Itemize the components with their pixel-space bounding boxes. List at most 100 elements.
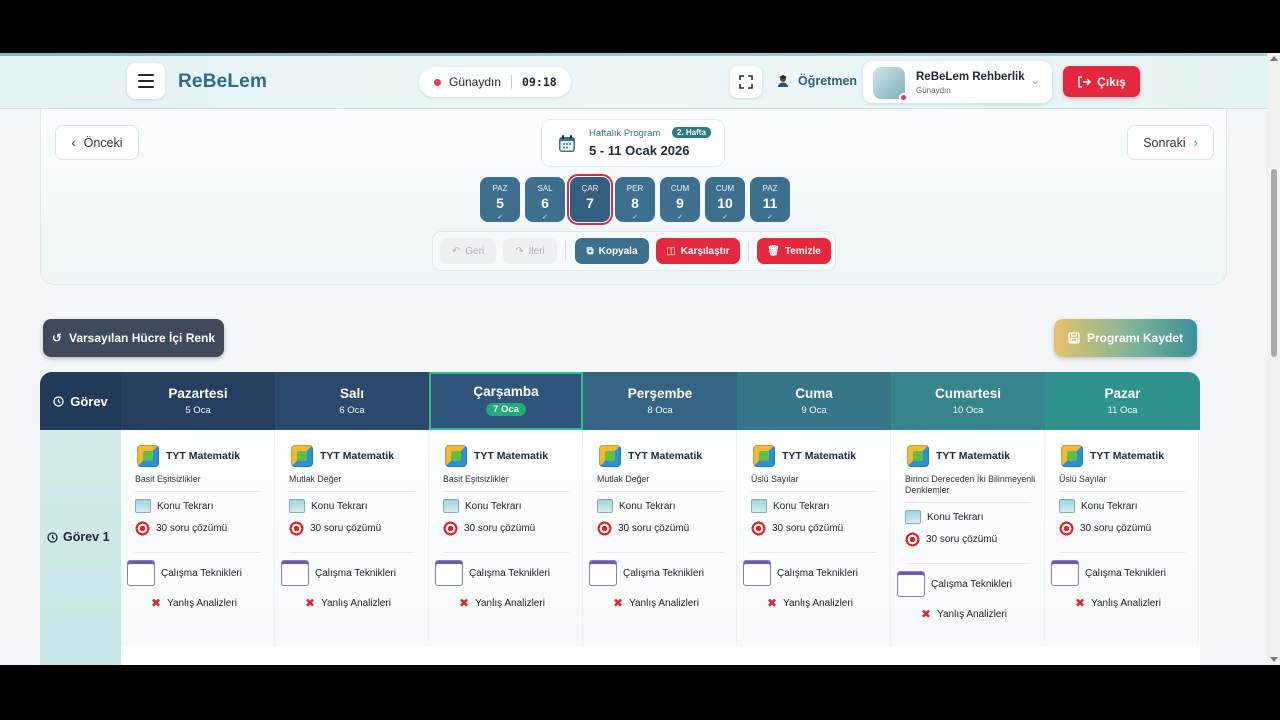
notification-dot-icon [899, 93, 908, 102]
mistakes-item: ✖ Yanlış Analizleri [921, 607, 1007, 621]
column-day: Pazar [1104, 386, 1141, 401]
mistakes-item: ✖ Yanlış Analizleri [613, 596, 699, 610]
next-week-button[interactable]: Sonraki › [1127, 125, 1214, 160]
vertical-scrollbar[interactable] [1267, 53, 1280, 665]
day-abbr: PER [626, 184, 644, 193]
avatar [873, 67, 908, 102]
review-icon [443, 499, 459, 513]
topic-label: Basit Eşitsizlikler [135, 474, 201, 484]
next-label: Sonraki [1143, 135, 1186, 150]
subject-label: TYT Matematik [782, 450, 857, 462]
target-icon [597, 521, 612, 536]
clear-button[interactable]: 🗑 Temizle [757, 238, 831, 264]
day-number: 11 [762, 195, 778, 211]
top-bar: ReBeLem Günaydın 09:18 Öğretmen ReBeLem … [0, 53, 1267, 109]
review-item: Konu Tekrarı [135, 499, 214, 513]
greeting-clock: Günaydın 09:18 [419, 67, 571, 97]
corner-label: Görev [70, 393, 108, 409]
menu-button[interactable] [127, 63, 165, 99]
edit-toolbar: ↶ Geri ↷ İleri ⧉ Kopyala ◫ Karşılaştır 🗑 Temi… [432, 231, 836, 271]
schedule-cell[interactable]: TYT Matematik Mutlak Değer Konu Tekrarı 30 … [275, 430, 429, 646]
clock-icon [47, 531, 58, 543]
fullscreen-button[interactable] [730, 66, 762, 98]
technique-item: Çalışma Teknikleri [743, 560, 858, 586]
mistakes-label: Yanlış Analizleri [783, 597, 853, 609]
technique-label: Çalışma Teknikleri [1085, 567, 1166, 579]
compare-label: Karşılaştır [680, 245, 730, 257]
technique-card-icon [435, 560, 463, 586]
review-item: Konu Tekrarı [1059, 499, 1138, 513]
default-cell-color-button[interactable]: ↺ Varsayılan Hücre İçi Renk [43, 319, 224, 357]
cross-icon: ✖ [459, 596, 470, 610]
scroll-up-icon[interactable] [1270, 56, 1278, 61]
subject-label: TYT Matematik [320, 450, 395, 462]
day-abbr: CUM [715, 184, 735, 193]
profile-menu[interactable]: ReBeLem Rehberlik Günaydın ⌄ [863, 61, 1052, 103]
solve-label: 30 soru çözümü [772, 523, 844, 534]
day-button-paz-11[interactable]: PAZ 11 ✓ [750, 177, 790, 222]
schedule-cell[interactable]: TYT Matematik Üslü Sayılar Konu Tekrarı 30 … [737, 430, 891, 646]
technique-item: Çalışma Teknikleri [1051, 560, 1166, 586]
mistakes-item: ✖ Yanlış Analizleri [767, 596, 853, 610]
technique-item: Çalışma Teknikleri [281, 560, 396, 586]
undo-button[interactable]: ↶ Geri [440, 238, 496, 264]
math-cube-icon [753, 445, 775, 467]
day-button-per-8[interactable]: PER 8 ✓ [615, 177, 655, 222]
profile-name: ReBeLem Rehberlik [916, 71, 1025, 83]
schedule-cell[interactable]: TYT Matematik Basit Eşitsizlikler Konu Tek… [121, 430, 275, 646]
solve-item: 30 soru çözümü [751, 521, 843, 536]
schedule-cell[interactable]: TYT Matematik Üslü Sayılar Konu Tekrarı 30 … [1045, 430, 1199, 646]
chevron-left-icon: ‹ [71, 135, 76, 150]
schedule-cell[interactable]: TYT Matematik Basit Eşitsizlikler Konu Tek… [429, 430, 583, 646]
day-number: 5 [496, 195, 504, 211]
technique-label: Çalışma Teknikleri [623, 567, 704, 579]
compare-button[interactable]: ◫ Karşılaştır [656, 238, 740, 264]
column-header-pazar: Pazar 11 Oca [1045, 372, 1200, 430]
technique-item: Çalışma Teknikleri [435, 560, 550, 586]
review-icon [289, 499, 305, 513]
previous-week-button[interactable]: ‹ Önceki [55, 125, 139, 160]
technique-card-icon [743, 560, 771, 586]
copy-button[interactable]: ⧉ Kopyala [575, 238, 649, 264]
subject-label: TYT Matematik [1090, 450, 1165, 462]
column-day: Perşembe [627, 386, 693, 401]
day-number: 6 [541, 195, 549, 211]
copy-label: Kopyala [598, 245, 638, 257]
technique-card-icon [589, 560, 617, 586]
column-date: 10 Oca [952, 405, 984, 416]
day-number: 7 [586, 195, 594, 211]
math-cube-icon [907, 445, 929, 467]
week-number-badge: 2. Hafta [672, 127, 711, 138]
save-icon [1068, 332, 1080, 344]
day-number: 10 [717, 195, 733, 211]
scroll-down-icon[interactable] [1270, 657, 1278, 662]
subject-label: TYT Matematik [166, 450, 241, 462]
solve-item: 30 soru çözümü [597, 521, 689, 536]
day-button-cum-9[interactable]: CUM 9 ✓ [660, 177, 700, 222]
math-cube-icon [599, 445, 621, 467]
schedule-cell[interactable]: TYT Matematik Birinci Dereceden İki Bilin… [891, 430, 1045, 646]
day-button-car-7[interactable]: ÇAR 7 [567, 174, 613, 225]
review-item: Konu Tekrarı [443, 499, 522, 513]
schedule-cell[interactable]: TYT Matematik Mutlak Değer Konu Tekrarı 30 … [583, 430, 737, 646]
fullscreen-icon [739, 75, 753, 89]
solve-item: 30 soru çözümü [905, 532, 997, 547]
day-button-cum-10[interactable]: CUM 10 ✓ [705, 177, 745, 222]
clear-label: Temizle [784, 245, 821, 257]
clock-time: 09:18 [522, 75, 557, 89]
solve-item: 30 soru çözümü [443, 521, 535, 536]
day-button-paz-5[interactable]: PAZ 5 ✓ [480, 177, 520, 222]
redo-button[interactable]: ↷ İleri [503, 238, 557, 264]
day-abbr: ÇAR [581, 184, 599, 193]
clock-icon [53, 395, 64, 407]
scrollbar-thumb[interactable] [1271, 169, 1277, 357]
mistakes-label: Yanlış Analizleri [167, 597, 237, 609]
review-label: Konu Tekrarı [927, 511, 984, 523]
day-button-sal-6[interactable]: SAL 6 ✓ [525, 177, 565, 222]
check-icon: ✓ [767, 214, 773, 221]
subject: TYT Matematik [445, 445, 548, 467]
teacher-icon [778, 75, 788, 87]
exit-button[interactable]: Çıkış [1063, 66, 1140, 97]
save-program-button[interactable]: Programı Kaydet [1054, 319, 1197, 357]
review-label: Konu Tekrarı [465, 500, 522, 512]
